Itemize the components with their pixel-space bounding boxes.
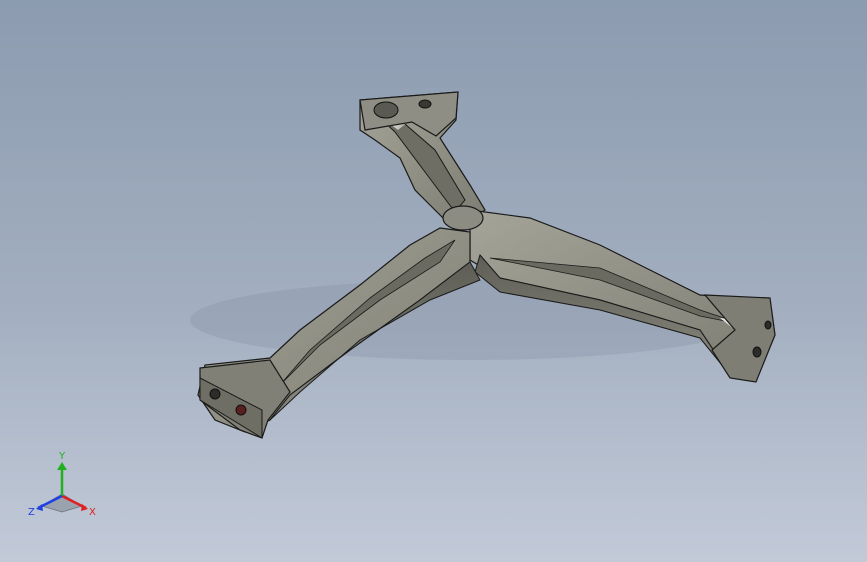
upper-hole	[418, 99, 432, 109]
right-hole-1	[752, 346, 762, 358]
graphics-viewport[interactable]: X Y Z	[0, 0, 867, 562]
upper-pocket	[373, 101, 399, 119]
left-hole-2	[235, 404, 247, 416]
z-axis-label: Z	[28, 507, 35, 518]
orientation-triad[interactable]: X Y Z	[22, 446, 102, 526]
y-arrow-icon	[57, 462, 67, 470]
center-hub	[442, 205, 484, 231]
tri-arm-spider-part[interactable]	[0, 0, 867, 562]
left-hole-1	[209, 388, 221, 400]
z-arrow-icon	[36, 504, 43, 511]
x-axis-label: X	[89, 507, 96, 518]
right-hole-2	[764, 320, 772, 330]
y-axis-label: Y	[58, 451, 66, 462]
x-arrow-icon	[81, 504, 88, 511]
